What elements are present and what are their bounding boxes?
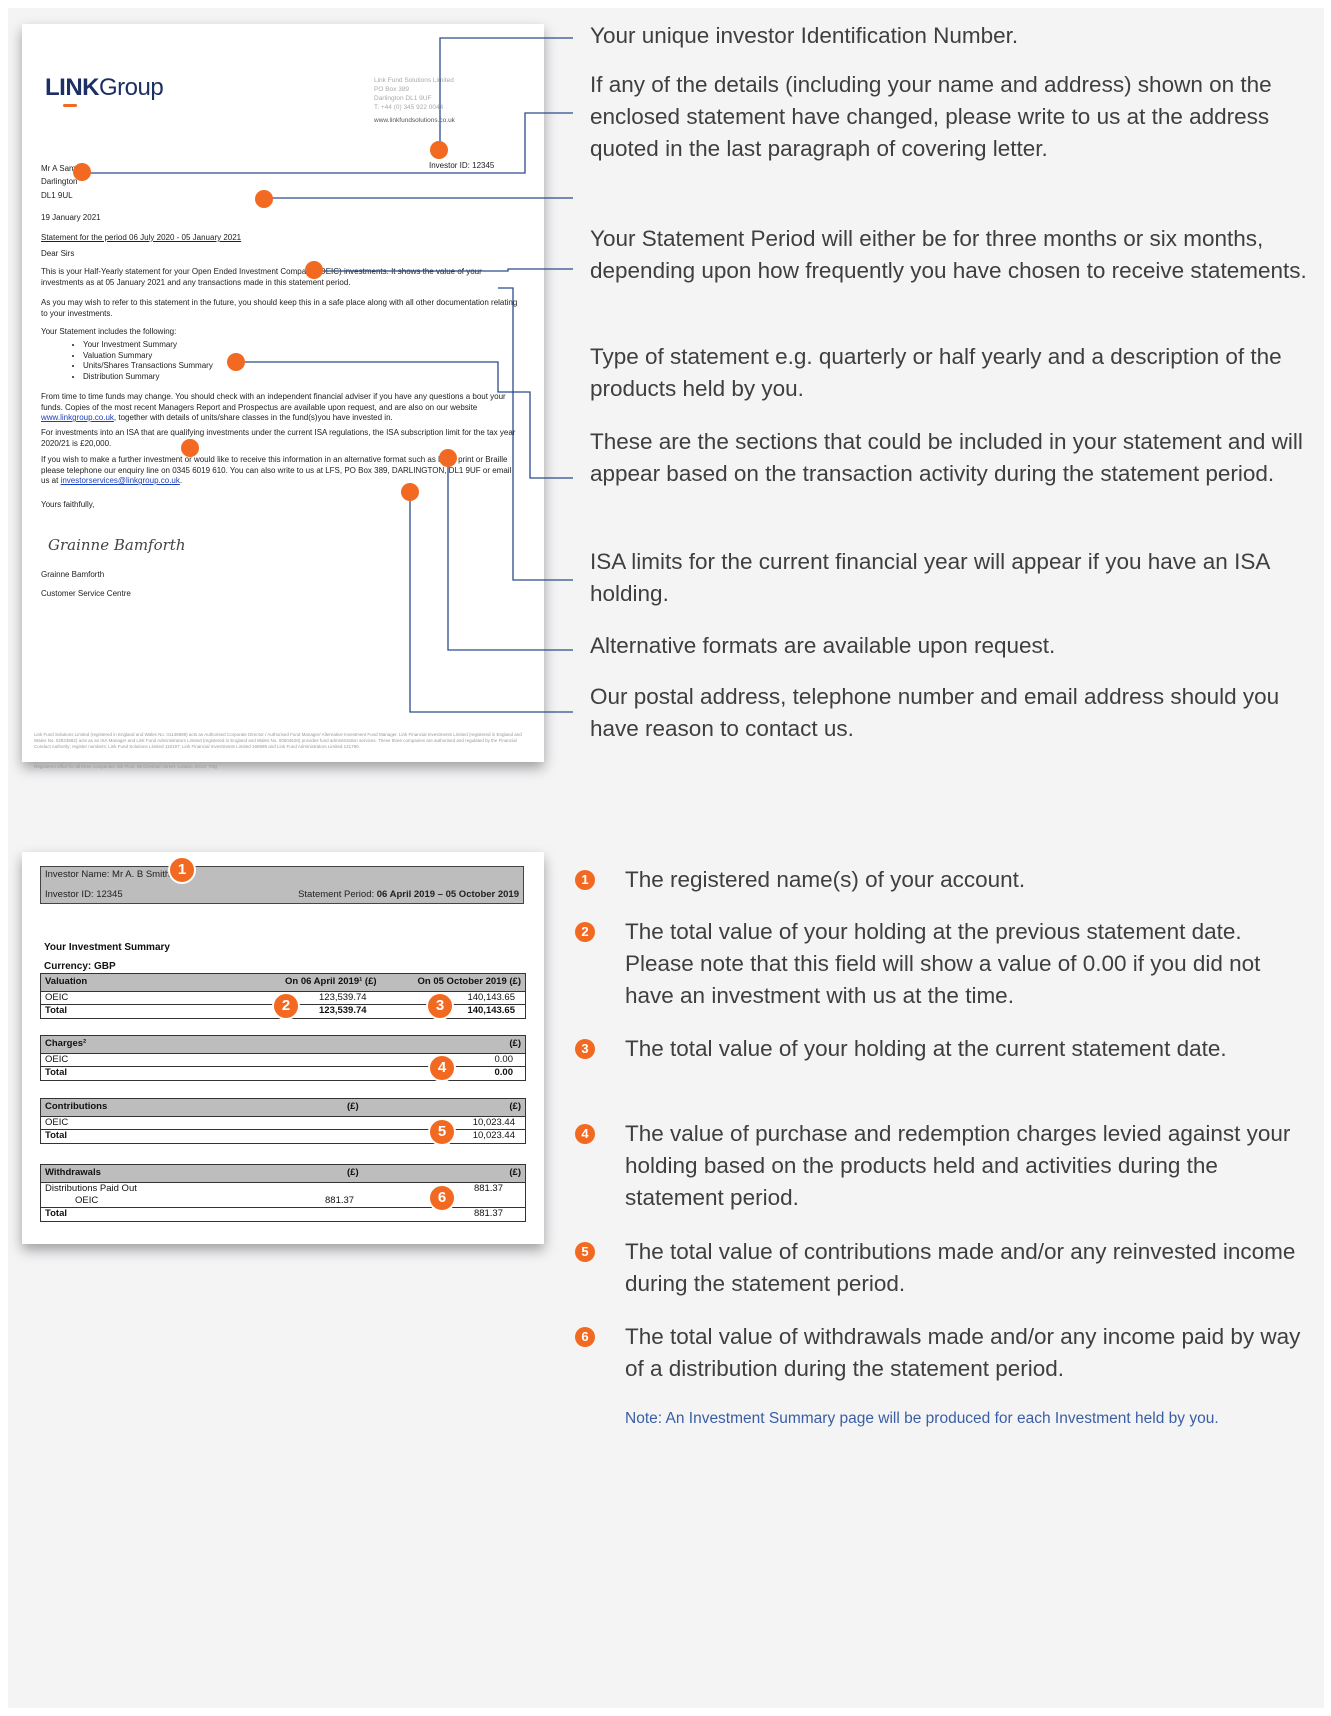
badge-5: 5 bbox=[428, 1118, 456, 1146]
marker-dot bbox=[305, 261, 323, 279]
number-badge: 6 bbox=[575, 1327, 595, 1347]
numbered-item-4: 4 The value of purchase and redemption c… bbox=[575, 1118, 1305, 1214]
statement-period: Statement Period: 06 April 2019 – 05 Oct… bbox=[298, 889, 519, 900]
callout-isa-limits: ISA limits for the current financial yea… bbox=[590, 549, 1270, 606]
summary-title: Your Investment Summary bbox=[44, 942, 170, 953]
marker-dot bbox=[439, 449, 457, 467]
badge-3: 3 bbox=[426, 992, 454, 1020]
callout-statement-period: Your Statement Period will either be for… bbox=[590, 226, 1307, 283]
numbered-item-1: 1 The registered name(s) of your account… bbox=[575, 864, 1305, 896]
numbered-item-2: 2 The total value of your holding at the… bbox=[575, 916, 1305, 1012]
table-row: Total 881.37 bbox=[41, 1207, 525, 1220]
callout-investor-id: Your unique investor Identification Numb… bbox=[590, 23, 1019, 48]
number-badge: 2 bbox=[575, 922, 595, 942]
summary-currency: Currency: GBP bbox=[44, 961, 116, 972]
marker-dot bbox=[227, 353, 245, 371]
investment-summary-card: Investor Name: Mr A. B Smith Investor ID… bbox=[22, 852, 544, 1244]
marker-dot bbox=[181, 439, 199, 457]
numbered-item-6: 6 The total value of withdrawals made an… bbox=[575, 1321, 1305, 1385]
marker-dot bbox=[255, 190, 273, 208]
marker-dot bbox=[430, 141, 448, 159]
summary-header: Investor Name: Mr A. B Smith Investor ID… bbox=[40, 866, 524, 904]
number-badge: 1 bbox=[575, 870, 595, 890]
callout-statement-type: Type of statement e.g. quarterly or half… bbox=[590, 344, 1282, 401]
marker-dot bbox=[73, 163, 91, 181]
number-badge: 5 bbox=[575, 1242, 595, 1262]
marker-dot bbox=[401, 483, 419, 501]
callout-sections: These are the sections that could be inc… bbox=[590, 429, 1303, 486]
callout-contact-details: Our postal address, telephone number and… bbox=[590, 684, 1280, 741]
summary-note: Note: An Investment Summary page will be… bbox=[625, 1410, 1219, 1427]
callout-alternative-formats: Alternative formats are available upon r… bbox=[590, 633, 1056, 658]
investor-id: Investor ID: 12345 bbox=[45, 889, 123, 900]
investor-name: Investor Name: Mr A. B Smith bbox=[45, 869, 171, 880]
callout-details-changed: If any of the details (including your na… bbox=[590, 72, 1272, 161]
numbered-item-3: 3 The total value of your holding at the… bbox=[575, 1033, 1305, 1065]
number-badge: 3 bbox=[575, 1039, 595, 1059]
numbered-item-5: 5 The total value of contributions made … bbox=[575, 1236, 1305, 1300]
badge-6: 6 bbox=[428, 1184, 456, 1212]
badge-2: 2 bbox=[272, 992, 300, 1020]
number-badge: 4 bbox=[575, 1124, 595, 1144]
badge-4: 4 bbox=[428, 1054, 456, 1082]
badge-1: 1 bbox=[168, 856, 196, 884]
